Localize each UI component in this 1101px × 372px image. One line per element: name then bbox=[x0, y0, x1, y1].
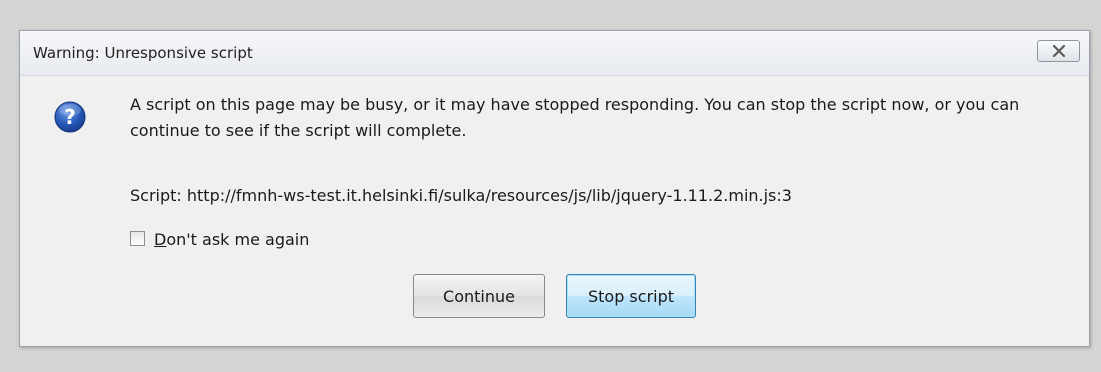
dialog-title: Warning: Unresponsive script bbox=[33, 44, 253, 62]
unresponsive-script-dialog: Warning: Unresponsive script ? A script … bbox=[19, 30, 1090, 347]
script-url: http://fmnh-ws-test.it.helsinki.fi/sulka… bbox=[186, 186, 792, 205]
continue-button[interactable]: Continue bbox=[413, 274, 545, 318]
accesskey-letter: D bbox=[154, 230, 167, 249]
dont-ask-again-label-text: on't ask me again bbox=[166, 230, 310, 249]
dont-ask-again-checkbox[interactable] bbox=[130, 231, 145, 246]
question-icon: ? bbox=[54, 101, 86, 133]
script-info: Script: http://fmnh-ws-test.it.helsinki.… bbox=[130, 186, 792, 205]
close-button[interactable] bbox=[1037, 40, 1080, 62]
stop-script-button[interactable]: Stop script bbox=[566, 274, 696, 318]
svg-text:?: ? bbox=[64, 105, 76, 129]
title-bar: Warning: Unresponsive script bbox=[20, 31, 1089, 76]
script-label: Script: bbox=[130, 186, 182, 205]
close-icon bbox=[1052, 45, 1066, 57]
dont-ask-again-label[interactable]: Don't ask me again bbox=[154, 230, 309, 249]
dialog-message: A script on this page may be busy, or it… bbox=[130, 95, 1020, 140]
